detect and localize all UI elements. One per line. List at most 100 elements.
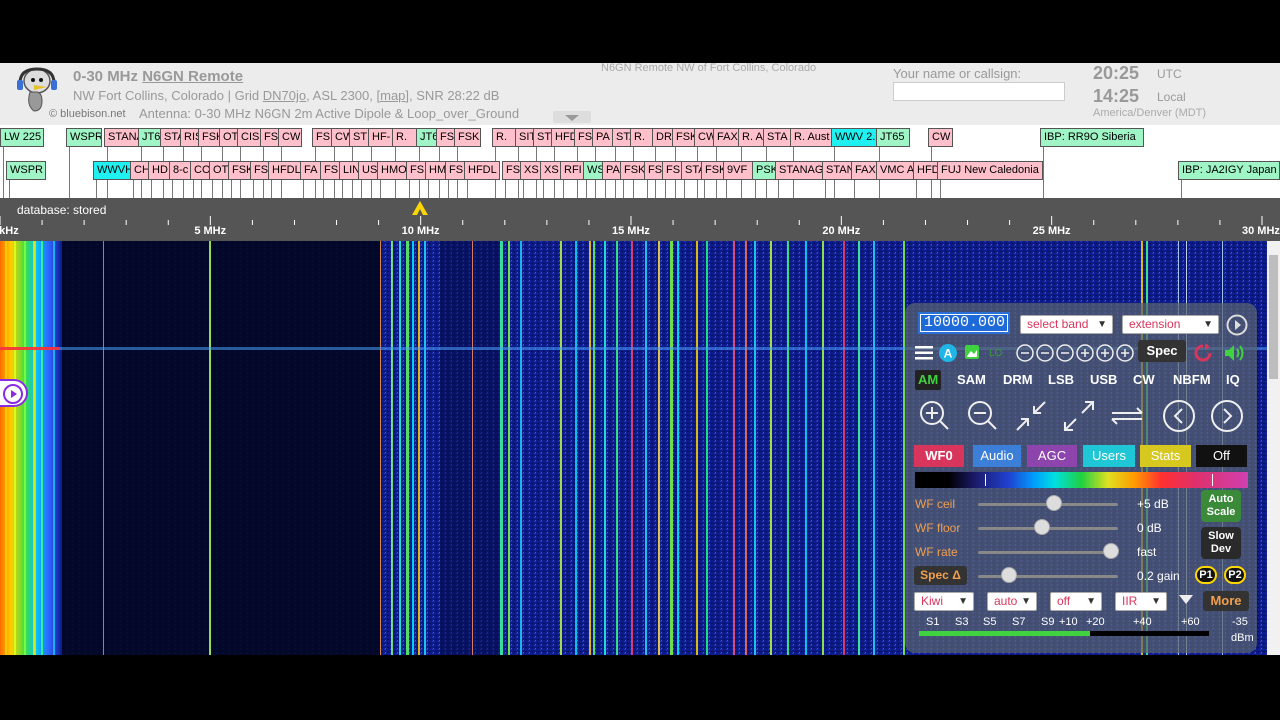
- dx-label[interactable]: ST: [349, 128, 370, 147]
- dx-label[interactable]: LW 225: [0, 128, 44, 147]
- dx-label[interactable]: XS: [540, 161, 562, 180]
- dx-label[interactable]: IBP: JA2IGY Japan: [1178, 161, 1280, 180]
- dx-label[interactable]: HF-: [368, 128, 394, 147]
- pan-both-icon[interactable]: [1111, 407, 1143, 425]
- more-button[interactable]: More: [1203, 591, 1249, 611]
- dx-label[interactable]: STA: [681, 161, 703, 180]
- dx-label[interactable]: DR: [652, 128, 674, 147]
- pan-right-icon[interactable]: [1211, 400, 1243, 432]
- dx-label[interactable]: OT: [219, 128, 239, 147]
- tuning-marker-icon[interactable]: [412, 201, 428, 215]
- dx-label[interactable]: JT6: [138, 128, 162, 147]
- dx-label[interactable]: FSI: [320, 161, 341, 180]
- dx-label[interactable]: HFD: [551, 128, 576, 147]
- dx-label[interactable]: JT65: [876, 128, 910, 147]
- dx-label[interactable]: CW: [331, 128, 351, 147]
- dx-label[interactable]: PA: [592, 128, 614, 147]
- dx-label[interactable]: FSK: [228, 161, 252, 180]
- frequency-scale[interactable]: database: stored 0 kHz5 MHz10 MHz15 MHz2…: [0, 198, 1280, 241]
- dx-label[interactable]: HM: [425, 161, 447, 180]
- collapse-arrow-icon[interactable]: [565, 115, 579, 121]
- iir-select[interactable]: IIR ▼: [1115, 592, 1167, 611]
- dx-label[interactable]: IBP: RR9O Siberia: [1040, 128, 1144, 147]
- zoom-collapse-icon[interactable]: [1016, 401, 1046, 431]
- zoom-out-icon[interactable]: [968, 401, 997, 430]
- side-panel-toggle[interactable]: [0, 379, 28, 407]
- dx-label[interactable]: R.: [392, 128, 418, 147]
- dx-label[interactable]: CW: [928, 128, 953, 147]
- dx-label[interactable]: WWV 2.: [831, 128, 878, 147]
- dx-label[interactable]: CW: [694, 128, 715, 147]
- dx-label[interactable]: HMO: [377, 161, 407, 180]
- wf-rate-slider[interactable]: [978, 551, 1118, 554]
- dx-label[interactable]: 9VF: [723, 161, 754, 180]
- dx-label[interactable]: R.: [492, 128, 517, 147]
- dx-label[interactable]: FSI: [406, 161, 427, 180]
- dx-label[interactable]: FSI: [662, 161, 683, 180]
- dx-label[interactable]: STA: [763, 128, 792, 147]
- dx-label[interactable]: CH: [130, 161, 150, 180]
- dx-label[interactable]: VMC A: [876, 161, 914, 180]
- pan-left-icon[interactable]: [1163, 400, 1195, 432]
- spec-delta-knob[interactable]: [1000, 567, 1017, 583]
- dx-label[interactable]: FUJ New Caledonia: [937, 161, 1043, 180]
- auto-select[interactable]: auto ▼: [987, 592, 1037, 611]
- dx-label[interactable]: R. A: [738, 128, 765, 147]
- spec-delta-button[interactable]: Spec Δ: [914, 566, 967, 585]
- dx-label[interactable]: RFI: [560, 161, 584, 180]
- zoom-expand-icon[interactable]: [1064, 401, 1094, 431]
- dx-label[interactable]: PSK: [752, 161, 776, 180]
- dx-label[interactable]: CIS: [237, 128, 262, 147]
- dx-label[interactable]: FS: [502, 161, 522, 180]
- dx-label[interactable]: PA: [602, 161, 622, 180]
- dx-label[interactable]: STAN: [822, 161, 853, 180]
- kiwi-select[interactable]: Kiwi ▼: [914, 592, 974, 611]
- dx-label[interactable]: R. Aust: [790, 128, 833, 147]
- logo-credit-link[interactable]: © bluebison.net: [49, 108, 126, 120]
- dx-label[interactable]: FSI: [436, 128, 456, 147]
- dx-label[interactable]: FSI: [644, 161, 664, 180]
- dx-label[interactable]: US: [358, 161, 379, 180]
- tab-agc[interactable]: AGC: [1027, 445, 1077, 467]
- dx-label[interactable]: SIT: [515, 128, 535, 147]
- dx-label[interactable]: HD: [148, 161, 171, 180]
- collapse-down-icon[interactable]: [1179, 595, 1193, 605]
- off-select[interactable]: off ▼: [1050, 592, 1102, 611]
- dx-label[interactable]: RIS: [180, 128, 200, 147]
- dx-label[interactable]: FS: [312, 128, 333, 147]
- dx-label[interactable]: STANAG: [775, 161, 825, 180]
- zoom-in-icon[interactable]: [920, 401, 949, 430]
- dx-label[interactable]: FSI: [445, 161, 466, 180]
- scroll-thumb[interactable]: [1269, 255, 1278, 379]
- dx-label[interactable]: FA: [300, 161, 322, 180]
- dx-label[interactable]: FAX: [851, 161, 878, 180]
- dx-label[interactable]: STA: [160, 128, 182, 147]
- wf-rate-knob[interactable]: [1103, 543, 1119, 559]
- tab-audio[interactable]: Audio: [973, 445, 1021, 467]
- dx-label[interactable]: FSK: [701, 161, 725, 180]
- dx-label[interactable]: FSK: [198, 128, 221, 147]
- preset-p2-button[interactable]: P2: [1224, 566, 1246, 584]
- dx-label[interactable]: FSK: [454, 128, 481, 147]
- tab-off[interactable]: Off: [1196, 445, 1247, 467]
- dx-label[interactable]: R.: [630, 128, 654, 147]
- dx-label[interactable]: WSPR: [6, 161, 46, 180]
- dx-label[interactable]: 8-c: [169, 161, 192, 180]
- dx-label[interactable]: FSI: [260, 128, 280, 147]
- dx-label[interactable]: FS: [574, 128, 594, 147]
- wf-ceil-knob[interactable]: [1045, 495, 1062, 511]
- dx-label[interactable]: HFD: [913, 161, 940, 180]
- dx-label[interactable]: WS: [583, 161, 604, 180]
- map-link[interactable]: [map]: [377, 88, 410, 103]
- grid-link[interactable]: DN70jo: [263, 88, 306, 103]
- dx-label[interactable]: STA: [612, 128, 632, 147]
- dx-label[interactable]: HFDL: [268, 161, 302, 180]
- dx-label[interactable]: XS: [520, 161, 542, 180]
- dx-label[interactable]: STANA: [104, 128, 140, 147]
- dx-label[interactable]: OT: [209, 161, 230, 180]
- dx-label[interactable]: WWVH: [93, 161, 132, 180]
- dx-label[interactable]: STI: [533, 128, 553, 147]
- callsign-input[interactable]: [893, 82, 1065, 101]
- dx-label[interactable]: FSI: [250, 161, 270, 180]
- dx-label[interactable]: HFDL: [464, 161, 500, 180]
